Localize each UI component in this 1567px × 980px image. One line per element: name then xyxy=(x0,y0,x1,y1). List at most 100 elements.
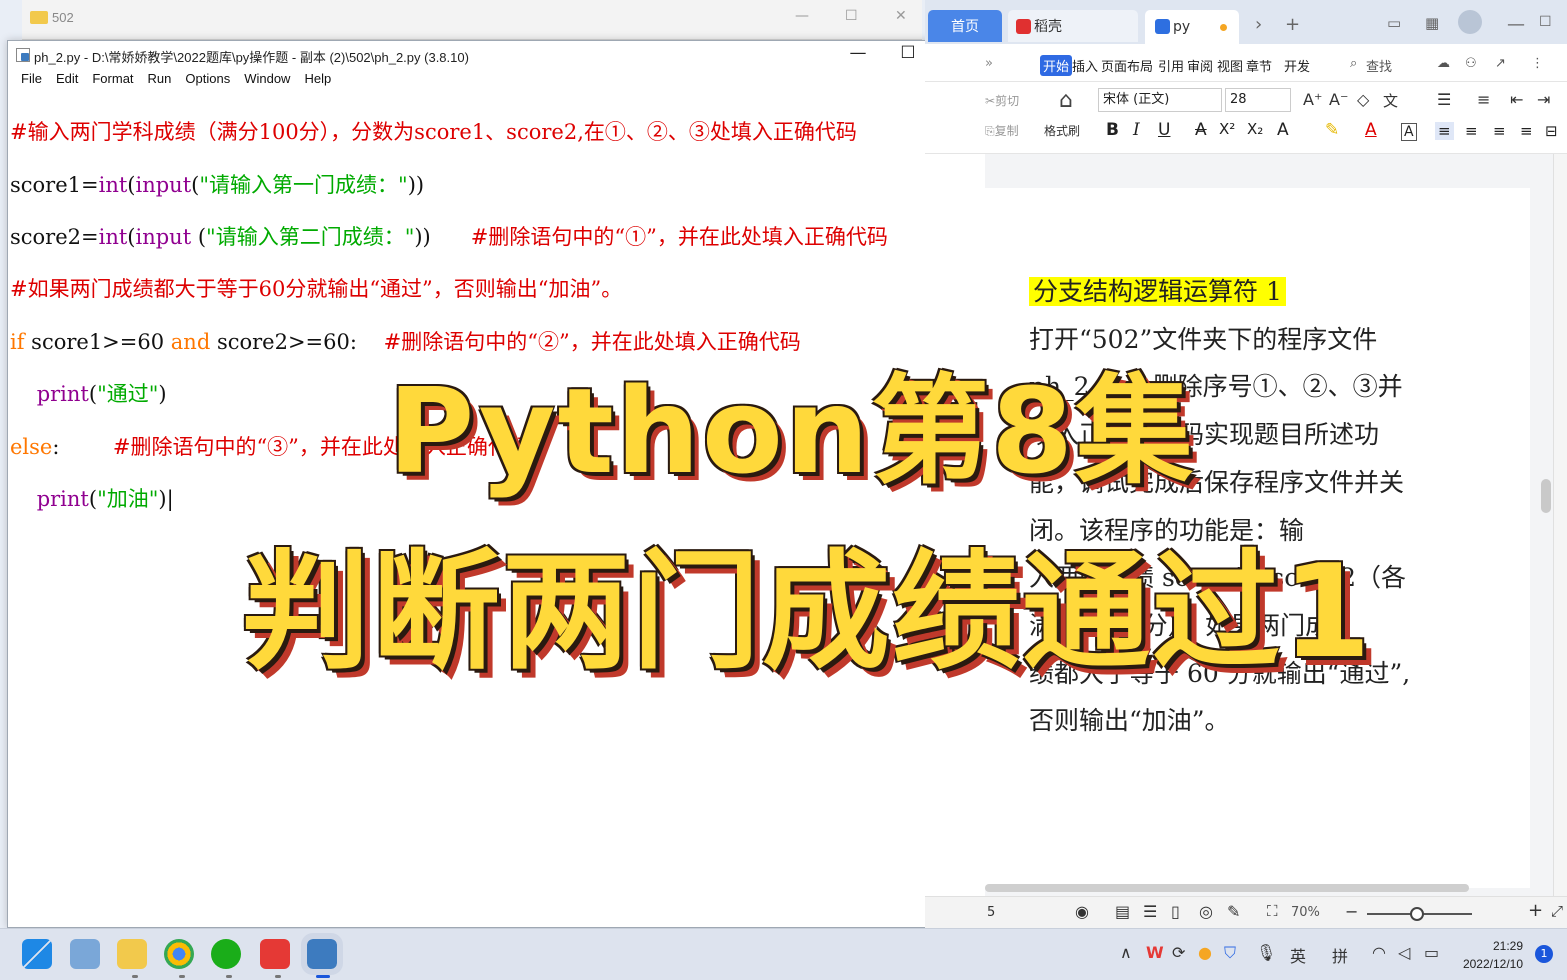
wechat-icon[interactable] xyxy=(211,939,241,969)
pen-icon[interactable]: ✎ xyxy=(1227,902,1240,921)
wps-maximize-icon[interactable]: ☐ xyxy=(1539,14,1552,30)
align-right-icon[interactable]: ≡ xyxy=(1493,122,1506,140)
ime-pinyin[interactable]: 拼 xyxy=(1332,943,1348,967)
ribbon-tab-reference[interactable]: 引用 xyxy=(1158,56,1184,75)
text-effect-icon[interactable]: A xyxy=(1277,120,1289,140)
volume-icon[interactable]: ◁ xyxy=(1398,943,1410,962)
ribbon-tab-layout[interactable]: 页面布局 xyxy=(1101,56,1153,75)
ribbon-collapse-icon[interactable]: » xyxy=(985,56,993,71)
menu-run[interactable]: Run xyxy=(141,69,179,91)
fullscreen-icon[interactable]: ⤢ xyxy=(1551,902,1563,920)
clear-format-icon[interactable]: ◇ xyxy=(1357,90,1369,109)
fit-page-icon[interactable]: ⛶ xyxy=(1267,902,1278,920)
search-icon[interactable]: ⌕ xyxy=(1350,56,1357,71)
ime-english[interactable]: 英 xyxy=(1290,943,1306,967)
tray-wps-icon[interactable]: W xyxy=(1146,943,1164,962)
shrink-font-icon[interactable]: A⁻ xyxy=(1329,90,1348,109)
subscript-icon[interactable]: X₂ xyxy=(1247,120,1263,138)
chrome-icon[interactable] xyxy=(164,939,194,969)
tab-daoke[interactable]: 稻壳 xyxy=(1008,10,1138,42)
menu-options[interactable]: Options xyxy=(178,69,237,91)
char-border-icon[interactable]: A xyxy=(1401,123,1417,141)
eye-protect-icon[interactable]: ◉ xyxy=(1075,902,1089,921)
underline-icon[interactable]: U xyxy=(1158,120,1170,140)
doc-horizontal-scrollbar[interactable] xyxy=(985,880,1535,894)
page-view-icon[interactable]: ▤ xyxy=(1115,902,1130,921)
reading-view-icon[interactable]: ▯ xyxy=(1171,902,1180,921)
file-explorer-icon[interactable] xyxy=(117,939,147,969)
cloud-icon[interactable]: ☁ xyxy=(1437,56,1450,71)
tab-document[interactable]: py xyxy=(1145,10,1239,44)
highlight-icon[interactable]: ✎ xyxy=(1325,120,1339,140)
bold-icon[interactable]: B xyxy=(1106,120,1119,140)
idle-maximize-button[interactable]: ☐ xyxy=(888,43,928,63)
grid-apps-icon[interactable]: ▦ xyxy=(1425,14,1439,32)
font-name-select[interactable]: 宋体 (正文) xyxy=(1098,88,1222,112)
increase-indent-icon[interactable]: ⇥ xyxy=(1537,90,1550,109)
ribbon-tab-developer[interactable]: 开发 xyxy=(1284,56,1310,75)
strikethrough-icon[interactable]: A xyxy=(1195,120,1207,140)
outline-view-icon[interactable]: ☰ xyxy=(1143,902,1157,921)
computer-icon[interactable] xyxy=(70,939,100,969)
idle-minimize-button[interactable]: — xyxy=(838,43,878,63)
window-layout-icon[interactable]: ▭ xyxy=(1387,14,1401,32)
ribbon-tab-review[interactable]: 审阅 xyxy=(1187,56,1213,75)
font-size-select[interactable]: 28 xyxy=(1225,88,1291,112)
tab-home[interactable]: 首页 xyxy=(928,10,1002,42)
cut-button[interactable]: ✂剪切 xyxy=(985,92,1019,109)
avatar[interactable] xyxy=(1458,10,1482,34)
share-user-icon[interactable]: ⚇ xyxy=(1465,56,1477,71)
hscroll-thumb[interactable] xyxy=(985,884,1469,892)
format-painter-icon[interactable]: ⌂ xyxy=(1059,88,1073,113)
superscript-icon[interactable]: X² xyxy=(1219,120,1235,138)
justify-icon[interactable]: ≡ xyxy=(1520,122,1533,140)
tray-qq-icon[interactable]: ● xyxy=(1198,943,1212,962)
tray-expand-icon[interactable]: ∧ xyxy=(1120,943,1132,962)
copy-button[interactable]: ⎘复制 xyxy=(985,122,1019,139)
close-button[interactable]: ✕ xyxy=(895,8,907,24)
font-color-icon[interactable]: A xyxy=(1365,120,1377,140)
web-view-icon[interactable]: ◎ xyxy=(1199,902,1213,921)
tray-sync-icon[interactable]: ⟳ xyxy=(1172,943,1185,962)
share-icon[interactable]: ↗ xyxy=(1495,56,1506,71)
wifi-icon[interactable]: ◠ xyxy=(1372,943,1386,962)
align-left-icon[interactable]: ≡ xyxy=(1435,122,1454,140)
bullet-list-icon[interactable]: ☰ xyxy=(1437,90,1451,109)
phonetic-icon[interactable]: 文 xyxy=(1383,90,1398,111)
zoom-in-icon[interactable]: + xyxy=(1528,900,1543,921)
maximize-button[interactable]: ☐ xyxy=(845,8,858,24)
italic-icon[interactable]: I xyxy=(1133,120,1140,140)
chevron-right-icon[interactable]: › xyxy=(1255,14,1262,35)
idle-title-bar[interactable]: ph_2.py - D:\常娇娇教学\2022题库\py操作题 - 副本 (2)… xyxy=(8,41,984,69)
microphone-icon[interactable]: 🎙 xyxy=(1256,943,1276,962)
menu-file[interactable]: File xyxy=(14,69,49,91)
notification-badge[interactable]: 1 xyxy=(1535,945,1553,963)
align-center-icon[interactable]: ≡ xyxy=(1465,122,1478,140)
zoom-level[interactable]: 70% xyxy=(1291,905,1320,920)
new-tab-plus-icon[interactable]: + xyxy=(1285,14,1300,35)
format-painter-button[interactable]: 格式刷 xyxy=(1044,122,1080,139)
ribbon-tab-insert[interactable]: 插入 xyxy=(1072,56,1098,75)
menu-format[interactable]: Format xyxy=(85,69,140,91)
battery-icon[interactable]: ▭ xyxy=(1424,943,1439,962)
minimize-button[interactable]: — xyxy=(795,8,809,24)
decrease-indent-icon[interactable]: ⇤ xyxy=(1510,90,1523,109)
distribute-icon[interactable]: ⊟ xyxy=(1545,122,1558,140)
menu-window[interactable]: Window xyxy=(237,69,297,91)
windows-start-icon[interactable] xyxy=(22,939,52,969)
zoom-slider-handle[interactable] xyxy=(1410,907,1424,921)
ribbon-tab-chapter[interactable]: 章节 xyxy=(1246,56,1272,75)
more-icon[interactable]: ⋮ xyxy=(1531,56,1544,71)
ribbon-tab-view[interactable]: 视图 xyxy=(1217,56,1243,75)
grow-font-icon[interactable]: A⁺ xyxy=(1303,90,1322,109)
wps-icon[interactable] xyxy=(260,939,290,969)
python-idle-icon[interactable] xyxy=(301,933,343,975)
zoom-out-icon[interactable]: − xyxy=(1345,902,1358,921)
menu-edit[interactable]: Edit xyxy=(49,69,85,91)
wps-minimize-icon[interactable]: — xyxy=(1507,14,1525,35)
tray-shield-icon[interactable]: ⛉ xyxy=(1224,943,1236,963)
search-label[interactable]: 查找 xyxy=(1366,56,1392,75)
numbered-list-icon[interactable]: ≡ xyxy=(1477,90,1490,109)
clock[interactable]: 21:29 2022/12/10 xyxy=(1463,937,1523,973)
ribbon-tab-start[interactable]: 开始 xyxy=(1040,55,1073,76)
